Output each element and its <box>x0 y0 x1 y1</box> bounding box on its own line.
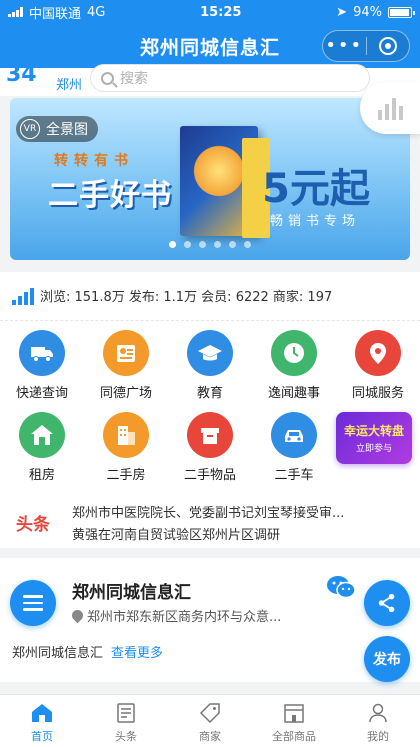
headline-item[interactable]: 黄强在河南自贸试验区郑州片区调研 <box>72 524 408 543</box>
tab-merchants[interactable]: 商家 <box>168 695 252 747</box>
banner-subtitle: 转转有书 <box>54 153 134 169</box>
badge-icon <box>103 330 149 376</box>
site-stats: 浏览: 151.8万 发布: 1.1万 会员: 6222 商家: 197 <box>12 286 332 305</box>
service-label: 同德广场 <box>99 386 152 401</box>
service-label: 二手房 <box>106 468 146 483</box>
main-card: 浏览: 151.8万 发布: 1.1万 会员: 6222 商家: 197 快递查… <box>0 272 420 548</box>
shop-address-text: 郑州市郑东新区商务内环与众意... <box>87 610 282 625</box>
service-anecdotes[interactable]: 逸闻趣事 <box>252 330 336 401</box>
vr-icon: VR <box>20 119 40 139</box>
tab-bar: 首页 头条 商家 全部商品 我的 <box>0 694 420 747</box>
site-stats-text: 浏览: 151.8万 发布: 1.1万 会员: 6222 商家: 197 <box>40 290 333 305</box>
battery-icon <box>387 6 415 18</box>
search-placeholder: 搜索 <box>120 71 148 87</box>
signal-icon <box>8 7 23 17</box>
page-title: 郑州同城信息汇 <box>139 36 280 59</box>
box-icon <box>187 412 233 458</box>
tab-all-goods[interactable]: 全部商品 <box>252 695 336 747</box>
headline-item[interactable]: 郑州市中医院院长、党委副书记刘宝琴接受审... <box>72 502 408 521</box>
car-icon <box>271 412 317 458</box>
clock: 15:25 <box>200 4 242 20</box>
lucky-wheel-button[interactable]: 幸运大转盘 立即参与 <box>336 412 412 464</box>
headline-ticker[interactable]: 头条 郑州市中医院院长、党委副书记刘宝琴接受审... 黄强在河南自贸试验区郑州片… <box>0 498 420 548</box>
truck-icon <box>19 330 65 376</box>
top-bar: 中国联通 4G 15:25 ➤ 94% 郑州同城信息汇 ••• <box>0 0 420 68</box>
service-used-car[interactable]: 二手车 <box>252 412 336 483</box>
tab-label: 全部商品 <box>272 730 316 743</box>
banner-headline: 二手好书 <box>48 178 172 213</box>
banner-tagline: 畅销书专场 <box>269 214 360 229</box>
service-city[interactable]: 同城服务 <box>336 330 420 401</box>
city-selector[interactable]: 郑州 <box>56 74 82 93</box>
building-icon <box>103 412 149 458</box>
tab-label: 我的 <box>367 730 389 743</box>
home-icon <box>32 704 52 722</box>
wechat-icon[interactable] <box>326 574 356 600</box>
stats-chart-button[interactable] <box>360 82 420 134</box>
service-label: 二手物品 <box>183 468 236 483</box>
service-rent[interactable]: 租房 <box>0 412 84 483</box>
house-icon <box>19 412 65 458</box>
tab-label: 商家 <box>199 730 221 743</box>
battery-percent: 94% <box>353 4 382 20</box>
vr-label: 全景图 <box>46 122 88 138</box>
tab-home[interactable]: 首页 <box>0 695 84 747</box>
shop-address[interactable]: 郑州市郑东新区商务内环与众意... <box>69 606 282 625</box>
service-label: 二手车 <box>274 468 314 483</box>
target-close-icon[interactable] <box>367 37 410 55</box>
service-express[interactable]: 快递查询 <box>0 330 84 401</box>
location-pin-icon <box>69 607 86 624</box>
menu-button[interactable] <box>10 580 56 626</box>
tab-headlines[interactable]: 头条 <box>84 695 168 747</box>
tab-label: 头条 <box>115 730 137 743</box>
search-strip: 34 郑州 搜索 <box>0 62 420 96</box>
banner-price: 5元起 <box>262 166 370 212</box>
location-pin-icon <box>355 330 401 376</box>
service-education[interactable]: 教育 <box>168 330 252 401</box>
location-arrow-icon: ➤ <box>336 4 348 20</box>
vr-panorama-button[interactable]: VR 全景图 <box>16 116 98 142</box>
service-used-house[interactable]: 二手房 <box>84 412 168 483</box>
service-label: 租房 <box>28 468 55 483</box>
news-icon <box>117 703 135 723</box>
service-label: 教育 <box>196 386 223 401</box>
graduation-cap-icon <box>187 330 233 376</box>
service-tongde[interactable]: 同德广场 <box>84 330 168 401</box>
shop-name: 郑州同城信息汇 <box>72 583 191 603</box>
network-label: 4G <box>87 4 106 20</box>
temperature: 34 <box>6 62 37 87</box>
shop-footer-name: 郑州同城信息汇 <box>12 646 104 661</box>
search-input[interactable]: 搜索 <box>90 64 370 92</box>
service-used-goods[interactable]: 二手物品 <box>168 412 252 483</box>
store-icon <box>284 704 304 723</box>
share-button[interactable] <box>364 580 410 626</box>
trend-chart-icon <box>12 287 34 305</box>
share-icon <box>378 593 395 613</box>
tab-label: 首页 <box>31 730 53 743</box>
carrier-label: 中国联通 <box>29 6 82 22</box>
nav-bar: 郑州同城信息汇 ••• <box>0 24 420 68</box>
view-more-link[interactable]: 查看更多 <box>111 646 163 661</box>
mini-program-capsule: ••• <box>322 30 410 62</box>
tag-icon <box>199 703 220 724</box>
shop-card: 郑州同城信息汇 郑州市郑东新区商务内环与众意... 郑州同城信息汇 查看更多 <box>0 558 420 682</box>
carousel-indicator <box>10 241 410 248</box>
service-label: 快递查询 <box>15 386 68 401</box>
post-button[interactable]: 发布 <box>364 636 410 682</box>
search-icon <box>101 71 114 85</box>
user-icon <box>369 703 387 723</box>
tab-mine[interactable]: 我的 <box>336 695 420 747</box>
service-label: 逸闻趣事 <box>267 386 320 401</box>
promo-banner[interactable]: VR 全景图 转转有书 二手好书 5元起 畅销书专场 <box>10 98 410 260</box>
lucky-wheel-title: 幸运大转盘 <box>343 424 404 438</box>
headline-tag: 头条 <box>16 515 50 535</box>
lucky-wheel-sub: 立即参与 <box>355 444 392 454</box>
status-bar: 中国联通 4G 15:25 ➤ 94% <box>0 0 420 24</box>
service-label: 同城服务 <box>351 386 404 401</box>
shop-footer: 郑州同城信息汇 查看更多 <box>12 642 163 661</box>
clock-icon <box>271 330 317 376</box>
more-dots-icon[interactable]: ••• <box>323 37 366 55</box>
